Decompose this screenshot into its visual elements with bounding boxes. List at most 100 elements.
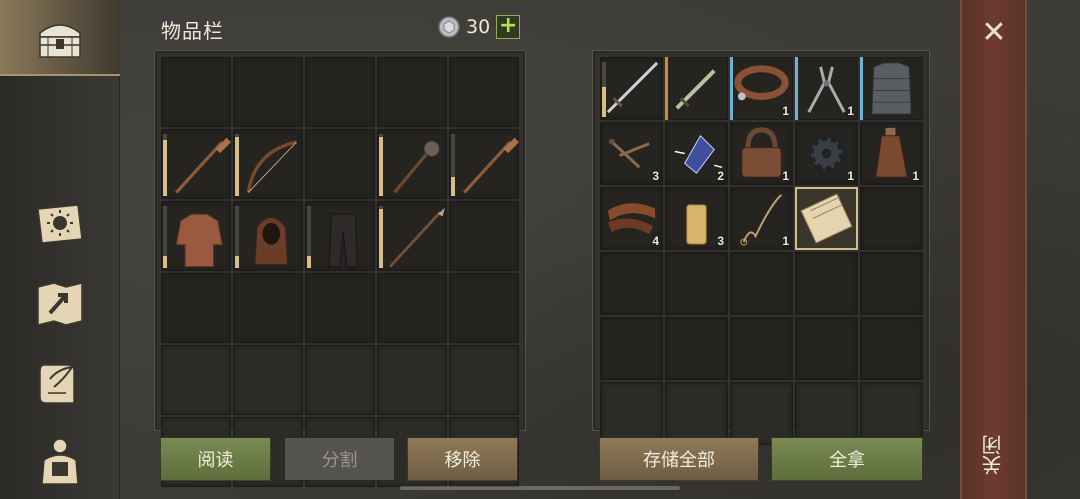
split-button[interactable]: 分割	[284, 437, 395, 481]
container-slot-empty[interactable]	[860, 317, 923, 380]
player-slot-empty[interactable]	[449, 345, 519, 415]
container-slot-dagger[interactable]	[665, 57, 728, 120]
add-coins-button[interactable]: +	[496, 15, 521, 39]
durability-fill	[235, 137, 239, 196]
container-slot-empty[interactable]	[795, 317, 858, 380]
container-slot-pliers[interactable]: 1	[795, 57, 858, 120]
container-slot-empty[interactable]	[795, 252, 858, 315]
container-slot-crystal[interactable]: 2	[665, 122, 728, 185]
container-slot-empty[interactable]	[665, 317, 728, 380]
player-slot-gambeson[interactable]	[161, 201, 231, 271]
container-slot-collar[interactable]: 1	[730, 57, 793, 120]
container-slot-empty[interactable]	[730, 317, 793, 380]
container-slot-candle[interactable]: 3	[665, 187, 728, 250]
durability-fill	[379, 209, 383, 268]
scroll-icon	[800, 193, 853, 244]
scroll-quill-icon	[39, 364, 75, 404]
close-icon[interactable]: ✕	[977, 16, 1011, 50]
player-slot-mace[interactable]	[377, 129, 447, 199]
read-button[interactable]: 阅读	[160, 437, 271, 481]
player-slot-empty[interactable]	[305, 57, 375, 127]
container-slot-empty[interactable]	[860, 252, 923, 315]
container-slot-empty[interactable]	[665, 382, 728, 445]
oar-icon	[175, 137, 231, 194]
player-slot-empty[interactable]	[233, 57, 303, 127]
player-slot-empty[interactable]	[377, 273, 447, 343]
player-slot-empty[interactable]	[233, 345, 303, 415]
player-slot-empty[interactable]	[449, 57, 519, 127]
container-slot-empty[interactable]	[730, 382, 793, 445]
take-all-button[interactable]: 全拿	[771, 437, 923, 481]
player-slot-bow[interactable]	[233, 129, 303, 199]
mace-icon	[393, 140, 440, 194]
player-slot-empty[interactable]	[449, 273, 519, 343]
item-quantity: 1	[782, 104, 789, 118]
durability-bar	[602, 62, 606, 117]
container-slot-empty[interactable]	[730, 252, 793, 315]
chainmail-icon	[871, 62, 912, 115]
container-slot-nails[interactable]: 3	[600, 122, 663, 185]
item-quantity: 1	[782, 169, 789, 183]
sword-icon	[606, 61, 659, 114]
nav-tab-inventory[interactable]	[0, 0, 120, 76]
item-quantity: 1	[782, 234, 789, 248]
store-all-button[interactable]: 存储全部	[599, 437, 759, 481]
item-quantity: 4	[652, 234, 659, 248]
gambeson-icon	[175, 213, 223, 268]
left-nav	[0, 0, 120, 499]
bow-icon	[246, 140, 297, 193]
item-quantity: 3	[717, 234, 724, 248]
player-slot-empty[interactable]	[305, 345, 375, 415]
player-slot-empty[interactable]	[377, 57, 447, 127]
durability-fill	[451, 177, 455, 196]
player-slot-hood[interactable]	[233, 201, 303, 271]
durability-bar	[163, 134, 167, 196]
hood-icon	[254, 216, 289, 265]
nav-tab-quests[interactable]	[0, 344, 120, 420]
container-inventory-grid: 1 1 3 2 1 1 1 4 3 1	[600, 57, 923, 445]
container-slot-empty[interactable]	[860, 382, 923, 445]
nav-tab-character[interactable]	[0, 423, 120, 499]
player-slot-empty[interactable]	[449, 201, 519, 271]
container-slot-empty[interactable]	[665, 252, 728, 315]
player-slot-spear[interactable]	[377, 201, 447, 271]
container-slot-chainmail[interactable]	[860, 57, 923, 120]
container-slot-sword[interactable]	[600, 57, 663, 120]
coin-amount: 30	[466, 16, 491, 38]
nav-tab-journal[interactable]	[0, 186, 120, 262]
player-slot-pants[interactable]	[305, 201, 375, 271]
player-slot-empty[interactable]	[161, 345, 231, 415]
durability-bar	[163, 206, 167, 268]
player-slot-empty[interactable]	[233, 273, 303, 343]
container-slot-empty[interactable]	[795, 382, 858, 445]
player-slot-empty[interactable]	[161, 57, 231, 127]
durability-bar	[379, 134, 383, 196]
player-slot-empty[interactable]	[377, 345, 447, 415]
container-slot-rope[interactable]: 1	[730, 187, 793, 250]
container-slot-flask[interactable]: 1	[860, 122, 923, 185]
player-slot-empty[interactable]	[161, 273, 231, 343]
container-slot-empty[interactable]	[860, 187, 923, 250]
item-quantity: 2	[717, 169, 724, 183]
durability-fill	[379, 137, 383, 196]
container-slot-padlock[interactable]: 1	[730, 122, 793, 185]
durability-bar	[235, 134, 239, 196]
durability-bar	[307, 206, 311, 268]
nav-tab-map[interactable]	[0, 266, 120, 342]
player-slot-empty[interactable]	[305, 129, 375, 199]
container-slot-scroll[interactable]	[795, 187, 858, 250]
container-slot-gear[interactable]: 1	[795, 122, 858, 185]
close-label[interactable]: 关闭	[978, 420, 1012, 490]
container-slot-leather[interactable]: 4	[600, 187, 663, 250]
durability-fill	[307, 255, 311, 268]
player-slot-oar[interactable]	[161, 129, 231, 199]
player-slot-empty[interactable]	[305, 273, 375, 343]
container-slot-empty[interactable]	[600, 382, 663, 445]
character-backpack-icon	[41, 438, 79, 485]
container-slot-empty[interactable]	[600, 252, 663, 315]
durability-bar	[379, 206, 383, 268]
container-slot-empty[interactable]	[600, 317, 663, 380]
dagger-icon	[675, 69, 716, 110]
player-slot-oar[interactable]	[449, 129, 519, 199]
remove-button[interactable]: 移除	[407, 437, 518, 481]
